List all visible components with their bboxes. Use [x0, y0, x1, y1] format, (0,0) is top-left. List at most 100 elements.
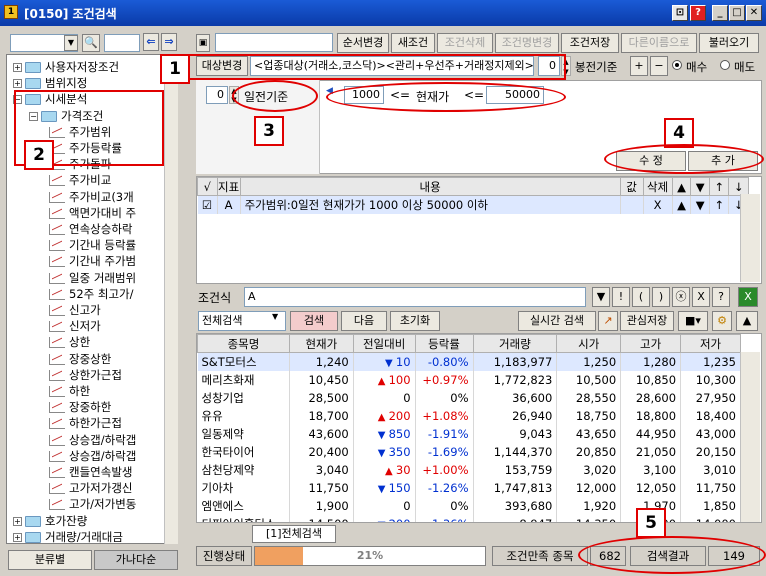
condition-cell-a[interactable]: ▲ [672, 195, 692, 214]
tree-item[interactable]: 상승갭/하락갭 [45, 448, 136, 465]
buy-radio[interactable] [672, 60, 682, 70]
results-scrollbar[interactable] [740, 352, 760, 522]
table-row[interactable]: 유유 18,700 ▲ 200 +1.08% 26,940 18,750 18,800 18,… [197, 406, 741, 425]
tree-item[interactable]: 기간내 주가범 [45, 253, 136, 270]
reset-button[interactable]: 초기화 [390, 311, 440, 331]
search-icon[interactable]: 🔍 [82, 34, 100, 52]
tree-item[interactable]: 캔들연속발생 [45, 464, 132, 481]
tree-item[interactable]: 하한가근접 [45, 415, 122, 432]
tree-item[interactable]: 장중상한 [45, 351, 111, 368]
save-as-button[interactable]: 다른이름으로 [621, 33, 697, 53]
formula-button[interactable]: ▼ [592, 287, 610, 307]
table-row[interactable]: 한국타이어 20,400 ▼ 350 -1.69% 1,144,370 20,850 21,… [197, 442, 741, 461]
formula-button[interactable]: ( [632, 287, 650, 307]
minimize-icon[interactable]: _ [712, 5, 728, 21]
formula-button[interactable]: ⓧ [672, 287, 690, 307]
arrow-left-icon[interactable]: ⇐ [143, 33, 159, 51]
search-button[interactable]: 검색 [290, 311, 338, 331]
table-row[interactable]: 기아차 11,750 ▼ 150 -1.26% 1,747,813 12,000 12,05… [197, 478, 741, 497]
tab-alphabetical[interactable]: 가나다순 [94, 550, 178, 570]
sequence-change-button[interactable]: 순서변경 [337, 33, 389, 53]
tree-item[interactable]: 상한 [45, 334, 90, 351]
results-header[interactable]: 시가 [556, 334, 622, 353]
condition-cell-del[interactable]: X [643, 195, 673, 214]
table-row[interactable]: 삼천당제약 3,040 ▲ 30 +1.00% 153,759 3,020 3,100 3,0… [197, 460, 741, 479]
condition-list-scrollbar[interactable] [740, 194, 760, 282]
save-disk-icon[interactable]: ▣ [196, 34, 210, 52]
results-header[interactable]: 고가 [620, 334, 682, 353]
tree-item[interactable]: 신고가 [45, 302, 101, 319]
tree-item[interactable]: 고가저가갱신 [45, 480, 132, 497]
tree-item[interactable]: 기간내 등락률 [45, 237, 136, 254]
expand-icon[interactable]: + [13, 516, 22, 526]
formula-button[interactable]: ! [612, 287, 630, 307]
realtime-search-button[interactable]: 실시간 검색 [518, 311, 596, 331]
gear-icon[interactable]: ⚙ [712, 311, 732, 331]
formula-input[interactable]: A [244, 287, 586, 307]
results-header[interactable]: 거래량 [472, 334, 558, 353]
condition-cell-b[interactable]: ▼ [690, 195, 711, 214]
chevron-down-icon[interactable]: ▼ [64, 35, 78, 51]
new-condition-button[interactable]: 새조건 [391, 33, 435, 53]
tree-item[interactable]: 연속상승하락 [45, 221, 132, 238]
tree-item[interactable]: 52주 최고가/ [45, 286, 133, 303]
table-row[interactable]: 성창기업 28,500 0 0% 36,600 28,550 28,600 27,950 [197, 388, 741, 407]
expand-icon[interactable]: + [13, 63, 22, 72]
excel-icon[interactable]: X [738, 287, 758, 307]
table-row[interactable]: S&T모터스 1,240 ▼ 10 -0.80% 1,183,977 1,250 1,280… [197, 352, 741, 371]
formula-button[interactable]: ? [712, 287, 730, 307]
tab-category[interactable]: 분류별 [8, 550, 92, 570]
condition-cell-check[interactable]: ☑ [197, 195, 218, 214]
tree-item[interactable]: 상승갭/하락갭 [45, 432, 136, 449]
watch-save-button[interactable]: 관심저장 [620, 311, 674, 331]
tree-search-input[interactable] [104, 34, 140, 52]
tree-item[interactable]: 고가/저가변동 [45, 496, 136, 513]
tree-scrollbar[interactable] [164, 54, 178, 544]
scroll-up-icon[interactable]: ▲ [736, 311, 758, 331]
condition-cell-c[interactable]: ↑ [709, 195, 730, 214]
tree-item[interactable]: + 호가잔량 [13, 513, 87, 530]
minus-button[interactable]: − [650, 56, 668, 76]
tree-item[interactable]: 신저가 [45, 318, 101, 335]
help-icon[interactable]: ? [690, 5, 706, 21]
export-icon[interactable]: ↗ [598, 311, 618, 331]
condition-list[interactable]: √ 지표 내용 값 삭제 ▲ ▼ ↑ ↓ ☑ A 주가범위:0일전 현재가가 1000 이상 500… [196, 176, 762, 284]
next-button[interactable]: 다음 [341, 311, 387, 331]
results-header[interactable]: 등락률 [414, 334, 474, 353]
day-value-input[interactable]: 0 [206, 86, 228, 104]
tree-item[interactable]: 일중 거래범위 [45, 270, 136, 287]
tree-item[interactable]: + 거래량/거래대금 [13, 529, 123, 543]
expand-icon[interactable]: + [13, 532, 22, 542]
condition-name-input[interactable] [215, 33, 333, 52]
condition-row[interactable]: ☑ A 주가범위:0일전 현재가가 1000 이상 50000 이하 X ▲ ▼ ↑ ↓ [197, 195, 749, 214]
formula-button[interactable]: X [692, 287, 710, 307]
plus-button[interactable]: + [630, 56, 648, 76]
tree-item[interactable]: 액면가대비 주 [45, 205, 136, 222]
close-icon[interactable]: ✕ [746, 5, 762, 21]
formula-button[interactable]: ) [652, 287, 670, 307]
condition-delete-button[interactable]: 조건삭제 [437, 33, 493, 53]
arrow-right-icon[interactable]: ⇒ [161, 33, 177, 51]
table-row[interactable]: 메리츠화재 10,450 ▲ 100 +0.97% 1,772,823 10,500 10,… [197, 370, 741, 389]
tree-item[interactable]: 주가비교(3개 [45, 189, 134, 206]
table-row[interactable]: 일동제약 43,600 ▼ 850 -1.91% 9,043 43,650 44,950 43… [197, 424, 741, 443]
results-header[interactable]: 전일대비 [352, 334, 416, 353]
condition-rename-button[interactable]: 조건명변경 [495, 33, 559, 53]
sell-radio[interactable] [720, 60, 730, 70]
maximize-icon[interactable]: □ [729, 5, 745, 21]
condition-cell-val[interactable] [620, 195, 644, 214]
results-header[interactable]: 저가 [680, 334, 741, 353]
tree-item[interactable]: 상한가근접 [45, 367, 122, 384]
condition-save-button[interactable]: 조건저장 [561, 33, 619, 53]
results-header[interactable]: 종목명 [197, 334, 290, 353]
expand-icon[interactable]: + [13, 79, 22, 89]
results-header[interactable]: 현재가 [288, 334, 354, 353]
tab-all-search[interactable]: [1]전체검색 [252, 525, 336, 543]
tree-item[interactable]: 주가비교 [45, 172, 111, 189]
tree-item[interactable]: + 사용자저장조건 [13, 59, 119, 76]
results-grid[interactable]: 종목명 현재가 전일대비 등락률 거래량 시가 고가 저가 S&T모터스 1,240 ▼ 10 -0… [196, 333, 762, 523]
tree-item[interactable]: 장중하한 [45, 399, 111, 416]
tree-item[interactable]: 하한 [45, 383, 90, 400]
options-dropdown-icon[interactable]: ■▾ [678, 311, 708, 331]
load-button[interactable]: 불러오기 [699, 33, 759, 53]
